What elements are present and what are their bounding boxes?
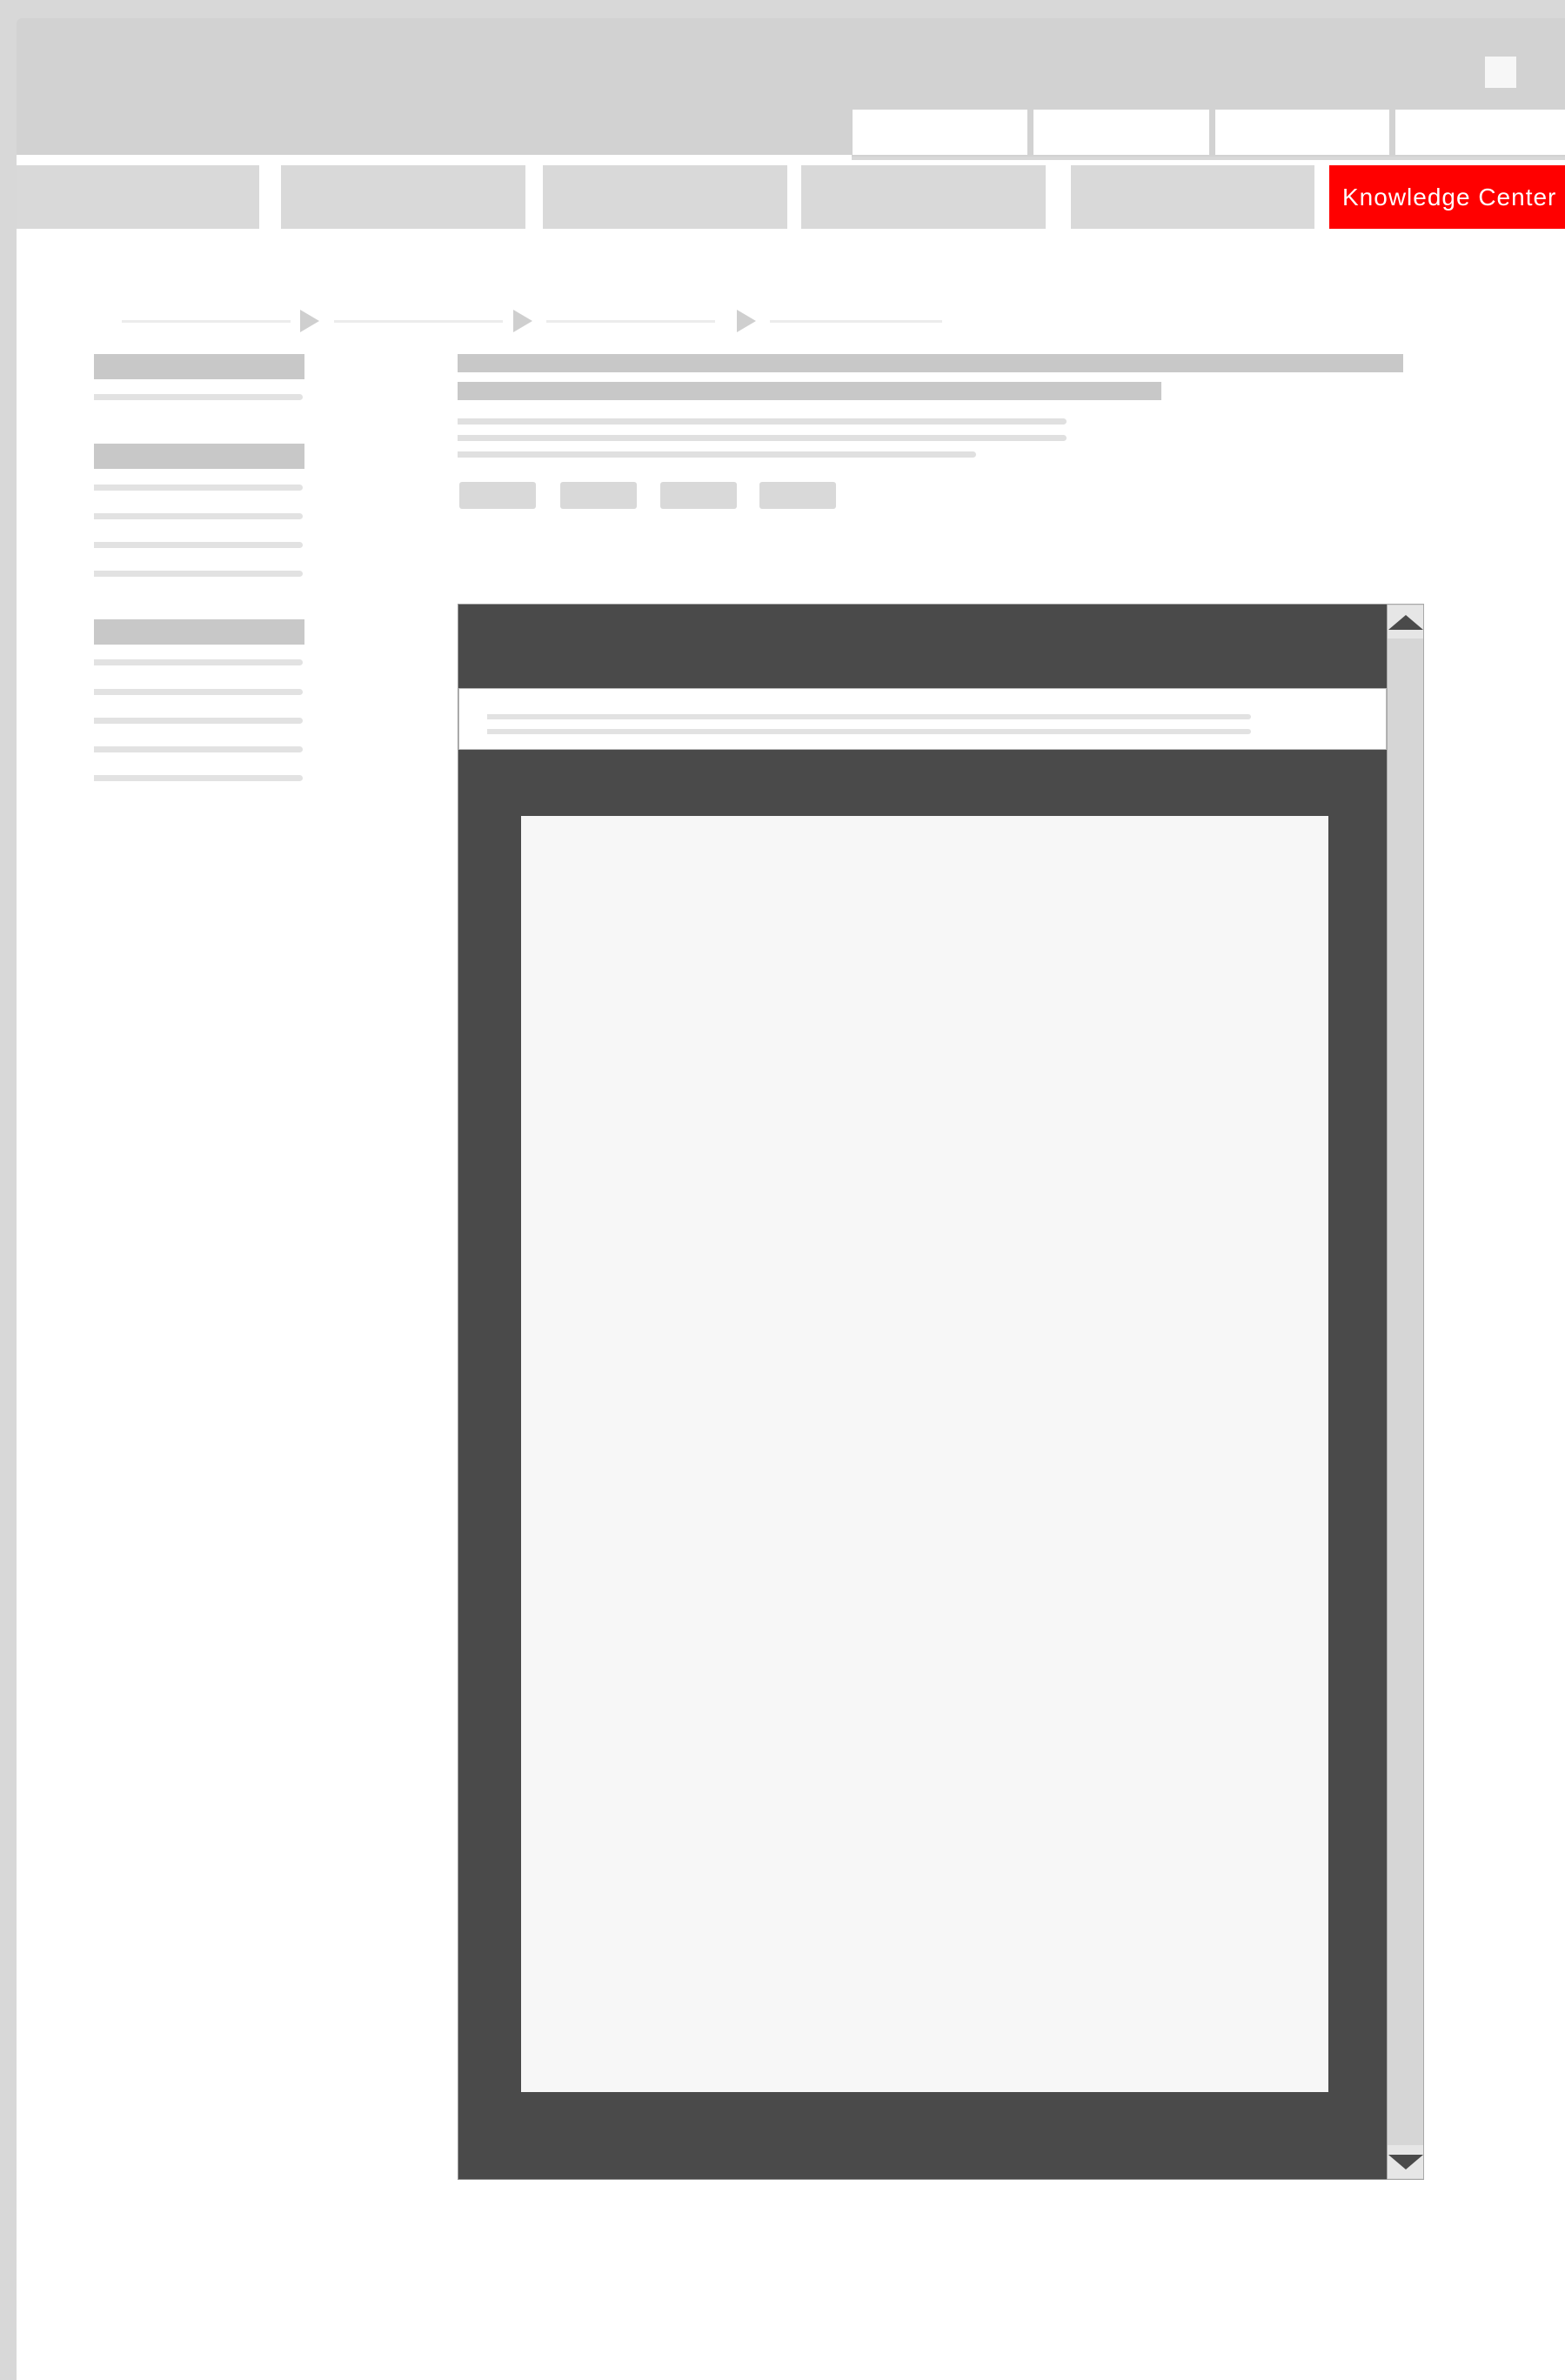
sidebar-link[interactable]	[94, 571, 303, 577]
breadcrumb-item[interactable]	[334, 320, 503, 323]
utility-tab-divider	[1027, 110, 1033, 155]
sidebar-section-heading	[94, 444, 304, 469]
sidebar-link[interactable]	[94, 659, 303, 665]
nav-item-3[interactable]	[543, 165, 787, 229]
breadcrumb-item[interactable]	[770, 320, 942, 323]
sidebar-section-heading	[94, 354, 304, 379]
utility-tab-4[interactable]	[1395, 110, 1565, 155]
viewer-toolbar-text	[487, 714, 1251, 719]
nav-item-5[interactable]	[1071, 165, 1314, 229]
sidebar-link[interactable]	[94, 689, 303, 695]
triangle-up-icon	[1388, 614, 1423, 630]
action-button-2[interactable]	[560, 482, 637, 509]
document-page	[521, 816, 1328, 2092]
triangle-right-icon	[737, 310, 756, 332]
sidebar-section-heading	[94, 619, 304, 645]
triangle-right-icon	[513, 310, 532, 332]
sidebar-link[interactable]	[94, 775, 303, 781]
sidebar-link[interactable]	[94, 394, 303, 400]
action-button-3[interactable]	[660, 482, 737, 509]
scroll-down-button[interactable]	[1388, 2145, 1423, 2178]
nav-item-label: Knowledge Center	[1342, 183, 1557, 211]
sidebar-link[interactable]	[94, 542, 303, 548]
triangle-right-icon	[300, 310, 319, 332]
breadcrumb-item[interactable]	[122, 320, 291, 323]
nav-item-1[interactable]	[17, 165, 259, 229]
utility-tab-2[interactable]	[1033, 110, 1209, 155]
triangle-down-icon	[1388, 2154, 1423, 2169]
nav-item-2[interactable]	[281, 165, 525, 229]
page-description	[458, 435, 1067, 441]
viewer-scrollbar[interactable]	[1387, 604, 1424, 2180]
header-utility-button[interactable]	[1485, 57, 1516, 88]
sidebar-link[interactable]	[94, 513, 303, 519]
utility-tab-1[interactable]	[853, 110, 1027, 155]
action-button-4[interactable]	[759, 482, 836, 509]
breadcrumb-item[interactable]	[546, 320, 715, 323]
action-button-1[interactable]	[459, 482, 536, 509]
page-title	[458, 354, 1403, 372]
utility-tab-divider	[1389, 110, 1395, 155]
viewer-toolbar-text	[487, 729, 1251, 734]
page-description	[458, 418, 1067, 425]
nav-item-knowledge-center[interactable]: Knowledge Center	[1329, 165, 1565, 229]
page-title-line-2	[458, 382, 1161, 400]
sidebar-link[interactable]	[94, 718, 303, 724]
sidebar-link[interactable]	[94, 485, 303, 491]
sidebar-link[interactable]	[94, 746, 303, 752]
utility-tab-3[interactable]	[1215, 110, 1389, 155]
scroll-up-button[interactable]	[1388, 605, 1423, 638]
utility-tab-divider	[1209, 110, 1215, 155]
nav-item-4[interactable]	[801, 165, 1046, 229]
page-description	[458, 451, 976, 458]
